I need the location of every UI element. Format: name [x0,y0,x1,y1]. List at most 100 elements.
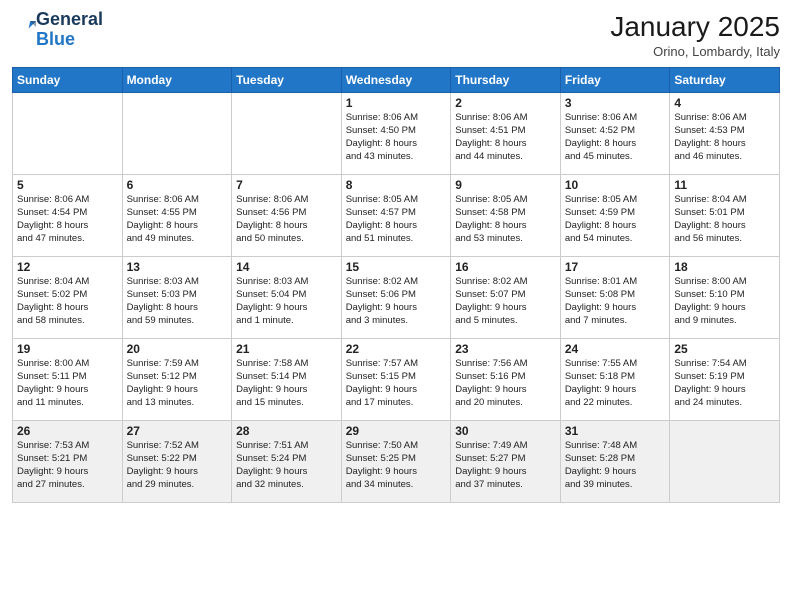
day-cell: 6Sunrise: 8:06 AM Sunset: 4:55 PM Daylig… [122,174,232,256]
day-number: 1 [346,96,447,110]
day-info: Sunrise: 8:06 AM Sunset: 4:51 PM Dayligh… [455,111,556,164]
day-cell: 25Sunrise: 7:54 AM Sunset: 5:19 PM Dayli… [670,338,780,420]
day-info: Sunrise: 8:06 AM Sunset: 4:50 PM Dayligh… [346,111,447,164]
day-info: Sunrise: 8:05 AM Sunset: 4:58 PM Dayligh… [455,193,556,246]
day-number: 9 [455,178,556,192]
day-info: Sunrise: 8:01 AM Sunset: 5:08 PM Dayligh… [565,275,666,328]
day-number: 8 [346,178,447,192]
day-cell: 24Sunrise: 7:55 AM Sunset: 5:18 PM Dayli… [560,338,670,420]
day-info: Sunrise: 8:05 AM Sunset: 4:57 PM Dayligh… [346,193,447,246]
day-header-thursday: Thursday [451,67,561,92]
day-number: 7 [236,178,337,192]
day-cell: 11Sunrise: 8:04 AM Sunset: 5:01 PM Dayli… [670,174,780,256]
day-number: 23 [455,342,556,356]
day-header-sunday: Sunday [13,67,123,92]
day-number: 24 [565,342,666,356]
day-cell: 31Sunrise: 7:48 AM Sunset: 5:28 PM Dayli… [560,420,670,502]
day-number: 4 [674,96,775,110]
day-number: 19 [17,342,118,356]
logo-icon [14,16,36,38]
day-info: Sunrise: 8:06 AM Sunset: 4:54 PM Dayligh… [17,193,118,246]
day-number: 10 [565,178,666,192]
day-info: Sunrise: 8:00 AM Sunset: 5:11 PM Dayligh… [17,357,118,410]
day-number: 15 [346,260,447,274]
day-info: Sunrise: 7:51 AM Sunset: 5:24 PM Dayligh… [236,439,337,492]
day-header-wednesday: Wednesday [341,67,451,92]
day-cell: 4Sunrise: 8:06 AM Sunset: 4:53 PM Daylig… [670,92,780,174]
day-cell: 21Sunrise: 7:58 AM Sunset: 5:14 PM Dayli… [232,338,342,420]
week-row-5: 26Sunrise: 7:53 AM Sunset: 5:21 PM Dayli… [13,420,780,502]
header: General Blue January 2025 Orino, Lombard… [12,10,780,59]
day-cell: 13Sunrise: 8:03 AM Sunset: 5:03 PM Dayli… [122,256,232,338]
day-cell: 12Sunrise: 8:04 AM Sunset: 5:02 PM Dayli… [13,256,123,338]
day-cell: 10Sunrise: 8:05 AM Sunset: 4:59 PM Dayli… [560,174,670,256]
day-header-friday: Friday [560,67,670,92]
day-cell: 29Sunrise: 7:50 AM Sunset: 5:25 PM Dayli… [341,420,451,502]
day-cell [670,420,780,502]
day-info: Sunrise: 7:57 AM Sunset: 5:15 PM Dayligh… [346,357,447,410]
day-cell: 19Sunrise: 8:00 AM Sunset: 5:11 PM Dayli… [13,338,123,420]
day-number: 30 [455,424,556,438]
day-cell: 1Sunrise: 8:06 AM Sunset: 4:50 PM Daylig… [341,92,451,174]
day-cell: 20Sunrise: 7:59 AM Sunset: 5:12 PM Dayli… [122,338,232,420]
day-info: Sunrise: 7:55 AM Sunset: 5:18 PM Dayligh… [565,357,666,410]
week-row-4: 19Sunrise: 8:00 AM Sunset: 5:11 PM Dayli… [13,338,780,420]
day-info: Sunrise: 7:54 AM Sunset: 5:19 PM Dayligh… [674,357,775,410]
day-cell [13,92,123,174]
day-cell [122,92,232,174]
day-number: 14 [236,260,337,274]
day-number: 2 [455,96,556,110]
title-block: January 2025 Orino, Lombardy, Italy [610,10,780,59]
day-info: Sunrise: 8:05 AM Sunset: 4:59 PM Dayligh… [565,193,666,246]
day-number: 25 [674,342,775,356]
day-cell: 7Sunrise: 8:06 AM Sunset: 4:56 PM Daylig… [232,174,342,256]
day-number: 17 [565,260,666,274]
day-number: 13 [127,260,228,274]
day-cell: 23Sunrise: 7:56 AM Sunset: 5:16 PM Dayli… [451,338,561,420]
day-number: 12 [17,260,118,274]
day-cell: 9Sunrise: 8:05 AM Sunset: 4:58 PM Daylig… [451,174,561,256]
day-cell: 17Sunrise: 8:01 AM Sunset: 5:08 PM Dayli… [560,256,670,338]
day-number: 22 [346,342,447,356]
day-cell: 26Sunrise: 7:53 AM Sunset: 5:21 PM Dayli… [13,420,123,502]
day-info: Sunrise: 8:00 AM Sunset: 5:10 PM Dayligh… [674,275,775,328]
day-info: Sunrise: 7:58 AM Sunset: 5:14 PM Dayligh… [236,357,337,410]
day-number: 16 [455,260,556,274]
day-header-saturday: Saturday [670,67,780,92]
month-title: January 2025 [610,10,780,44]
day-cell: 22Sunrise: 7:57 AM Sunset: 5:15 PM Dayli… [341,338,451,420]
calendar-table: SundayMondayTuesdayWednesdayThursdayFrid… [12,67,780,503]
day-cell: 27Sunrise: 7:52 AM Sunset: 5:22 PM Dayli… [122,420,232,502]
day-info: Sunrise: 8:03 AM Sunset: 5:04 PM Dayligh… [236,275,337,328]
day-info: Sunrise: 7:50 AM Sunset: 5:25 PM Dayligh… [346,439,447,492]
day-number: 11 [674,178,775,192]
day-info: Sunrise: 8:02 AM Sunset: 5:07 PM Dayligh… [455,275,556,328]
day-number: 20 [127,342,228,356]
location-subtitle: Orino, Lombardy, Italy [610,44,780,59]
day-info: Sunrise: 8:06 AM Sunset: 4:53 PM Dayligh… [674,111,775,164]
day-info: Sunrise: 8:06 AM Sunset: 4:52 PM Dayligh… [565,111,666,164]
day-info: Sunrise: 8:03 AM Sunset: 5:03 PM Dayligh… [127,275,228,328]
day-number: 26 [17,424,118,438]
day-cell: 8Sunrise: 8:05 AM Sunset: 4:57 PM Daylig… [341,174,451,256]
day-info: Sunrise: 7:49 AM Sunset: 5:27 PM Dayligh… [455,439,556,492]
day-number: 29 [346,424,447,438]
day-number: 18 [674,260,775,274]
day-number: 6 [127,178,228,192]
day-cell: 3Sunrise: 8:06 AM Sunset: 4:52 PM Daylig… [560,92,670,174]
day-cell: 28Sunrise: 7:51 AM Sunset: 5:24 PM Dayli… [232,420,342,502]
day-info: Sunrise: 8:06 AM Sunset: 4:56 PM Dayligh… [236,193,337,246]
day-number: 5 [17,178,118,192]
logo: General Blue [12,10,103,50]
week-row-3: 12Sunrise: 8:04 AM Sunset: 5:02 PM Dayli… [13,256,780,338]
week-row-1: 1Sunrise: 8:06 AM Sunset: 4:50 PM Daylig… [13,92,780,174]
header-row: SundayMondayTuesdayWednesdayThursdayFrid… [13,67,780,92]
day-cell: 2Sunrise: 8:06 AM Sunset: 4:51 PM Daylig… [451,92,561,174]
day-header-monday: Monday [122,67,232,92]
day-number: 27 [127,424,228,438]
page-container: General Blue January 2025 Orino, Lombard… [0,0,792,511]
day-number: 28 [236,424,337,438]
day-number: 3 [565,96,666,110]
day-cell: 30Sunrise: 7:49 AM Sunset: 5:27 PM Dayli… [451,420,561,502]
day-info: Sunrise: 7:48 AM Sunset: 5:28 PM Dayligh… [565,439,666,492]
